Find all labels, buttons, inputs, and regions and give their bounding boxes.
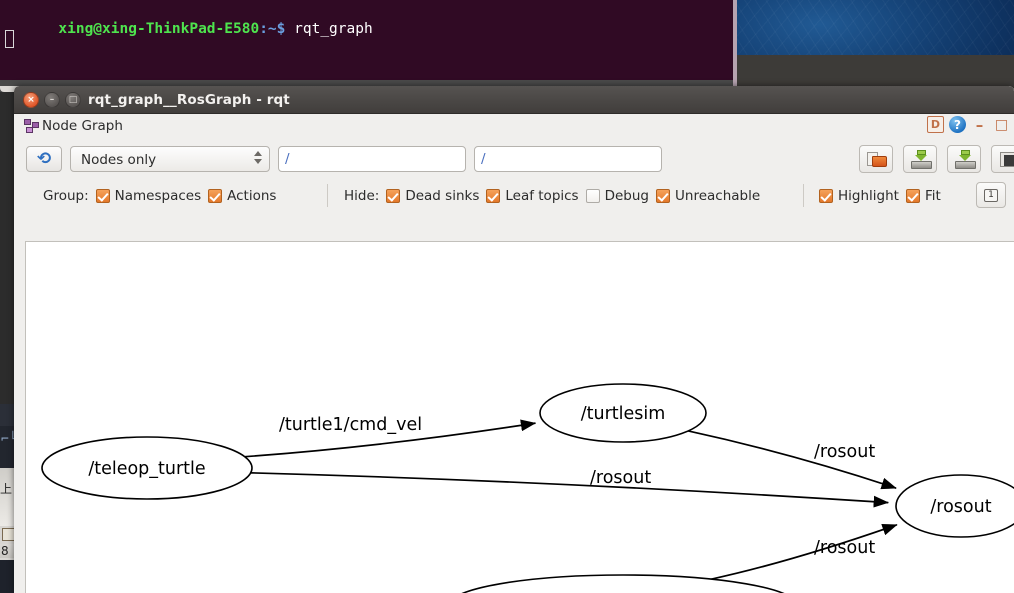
hide-label: Hide: bbox=[344, 187, 380, 204]
actions-checkbox-box[interactable] bbox=[208, 188, 223, 203]
desktop-wallpaper bbox=[736, 0, 1014, 55]
debug-checkbox-box[interactable] bbox=[585, 188, 600, 203]
graph-edges bbox=[244, 419, 898, 580]
window-close-button[interactable]: × bbox=[23, 92, 39, 108]
namespaces-label: Namespaces bbox=[114, 187, 202, 204]
node-filter-input[interactable]: / bbox=[474, 146, 662, 172]
dock-title-group: Node Graph bbox=[24, 118, 123, 134]
help-icon[interactable]: ? bbox=[949, 116, 966, 133]
checkbox-actions[interactable]: Actions bbox=[208, 188, 276, 204]
dock-title-label: Node Graph bbox=[42, 118, 123, 134]
fit-checkbox-box[interactable] bbox=[905, 188, 920, 203]
dock-header-actions: D ? – □ bbox=[927, 116, 1010, 134]
unreachable-checkbox-box[interactable] bbox=[656, 188, 671, 203]
highlight-checkbox-box[interactable] bbox=[819, 188, 833, 203]
dock-undock-icon[interactable]: – bbox=[971, 116, 988, 134]
graph-canvas[interactable]: /teleop_turtle/turtlesim/rosout/rqt_gui_… bbox=[25, 241, 1014, 593]
spinner-arrows-icon[interactable] bbox=[254, 151, 262, 164]
graph-nodes: /teleop_turtle/turtlesim/rosout/rqt_gui_… bbox=[41, 383, 1014, 593]
topic-filter-value: / bbox=[285, 151, 290, 167]
checkbox-namespaces[interactable]: Namespaces bbox=[95, 187, 202, 204]
checkbox-debug[interactable]: Debug bbox=[585, 187, 650, 204]
graph-type-value: Nodes only bbox=[81, 152, 157, 168]
bg-sliver-cjk-text: 上 bbox=[0, 482, 13, 496]
hide-filter-section: Hide: Dead sinks Leaf topics Debug Unrea… bbox=[344, 179, 760, 212]
screenshot-icon bbox=[1000, 152, 1014, 167]
view-options-section: Highlight Fit bbox=[819, 179, 941, 212]
leaf-topics-label: Leaf topics bbox=[505, 187, 579, 204]
toolbar-separator-1 bbox=[327, 184, 328, 207]
terminal-command bbox=[285, 21, 294, 37]
graph-node[interactable] bbox=[449, 574, 797, 593]
graph-type-selector[interactable]: Nodes only bbox=[70, 146, 270, 172]
group-label: Group: bbox=[43, 187, 89, 204]
leaf-topics-checkbox-box[interactable] bbox=[486, 188, 501, 203]
rqt-window: × – □ rqt_graph__RosGraph - rqt Node Gra… bbox=[14, 86, 1014, 593]
save-dot-icon bbox=[911, 150, 932, 169]
graph-toolbar: ⟳ Nodes only / / bbox=[14, 141, 1014, 179]
bg-sliver-number: 8 bbox=[1, 544, 9, 558]
group-filter-section: Group: Namespaces Actions bbox=[43, 179, 276, 212]
debug-label: Debug bbox=[604, 187, 650, 204]
checkbox-unreachable[interactable]: Unreachable bbox=[656, 188, 760, 204]
terminal-cursor bbox=[5, 30, 14, 48]
actions-label: Actions bbox=[227, 187, 277, 204]
refresh-button[interactable]: ⟳ bbox=[26, 146, 62, 172]
window-minimize-button[interactable]: – bbox=[44, 92, 60, 108]
dock-widget-header: Node Graph D ? – □ bbox=[14, 114, 1014, 141]
save-dot-button[interactable] bbox=[903, 145, 937, 173]
terminal-user-host: xing@xing-ThinkPad-E580 bbox=[58, 21, 260, 37]
load-dot-button[interactable] bbox=[859, 145, 893, 173]
namespaces-checkbox-box[interactable] bbox=[95, 188, 110, 203]
window-title: rqt_graph__RosGraph - rqt bbox=[88, 92, 290, 108]
terminal-command-text: rqt_graph bbox=[294, 21, 373, 37]
graph-node-label: /teleop_turtle bbox=[88, 459, 205, 479]
checkbox-dead-sinks[interactable]: Dead sinks bbox=[386, 188, 479, 204]
graph-node-label: /turtlesim bbox=[581, 404, 666, 424]
fit-label: Fit bbox=[924, 187, 941, 204]
graph-edge[interactable] bbox=[250, 471, 889, 508]
graph-node-label: /rosout bbox=[930, 497, 991, 517]
unreachable-label: Unreachable bbox=[675, 187, 761, 204]
desktop-screen: xing@xing-ThinkPad-E580:~$ rqt_graph ⌐└ … bbox=[0, 0, 1014, 593]
toolbar-separator-2 bbox=[803, 184, 804, 207]
dead-sinks-label: Dead sinks bbox=[405, 187, 480, 204]
graph-edge-label: /rosout bbox=[814, 442, 875, 462]
save-image-button[interactable] bbox=[991, 145, 1014, 173]
fit-in-view-button[interactable]: 1 bbox=[976, 182, 1006, 208]
graph-edge-label: /rosout bbox=[814, 538, 875, 558]
node-graph-icon bbox=[24, 119, 39, 133]
window-titlebar[interactable]: × – □ rqt_graph__RosGraph - rqt bbox=[14, 86, 1014, 114]
refresh-icon: ⟳ bbox=[36, 148, 52, 169]
terminal-window[interactable]: xing@xing-ThinkPad-E580:~$ rqt_graph bbox=[0, 0, 733, 80]
node-filter-value: / bbox=[481, 151, 486, 167]
highlight-label: Highlight bbox=[838, 187, 899, 204]
folder-open-icon bbox=[867, 152, 887, 167]
fit-in-view-icon: 1 bbox=[984, 188, 998, 202]
checkbox-highlight[interactable]: Highlight bbox=[819, 188, 899, 204]
terminal-prompt-line: xing@xing-ThinkPad-E580:~$ rqt_graph bbox=[6, 2, 373, 56]
window-maximize-button[interactable]: □ bbox=[65, 92, 81, 108]
window-buttons: × – □ bbox=[23, 92, 81, 108]
filter-toolbar: Group: Namespaces Actions Hide: Dead sin… bbox=[14, 179, 1014, 212]
dock-close-icon[interactable]: □ bbox=[993, 116, 1010, 133]
checkbox-fit[interactable]: Fit bbox=[905, 187, 941, 204]
desktop-edge-strip bbox=[733, 0, 737, 92]
save-svg-button[interactable] bbox=[947, 145, 981, 173]
topic-filter-input[interactable]: / bbox=[278, 146, 466, 172]
graph-edge-label: /turtle1/cmd_vel bbox=[279, 415, 422, 435]
dock-float-icon[interactable]: D bbox=[927, 116, 944, 133]
save-svg-icon bbox=[955, 150, 976, 169]
checkbox-leaf-topics[interactable]: Leaf topics bbox=[486, 187, 579, 204]
graph-edge-label: /rosout bbox=[590, 468, 651, 488]
dead-sinks-checkbox-box[interactable] bbox=[386, 188, 401, 203]
terminal-path: :~$ bbox=[259, 21, 286, 37]
ros-node-graph: /teleop_turtle/turtlesim/rosout/rqt_gui_… bbox=[41, 383, 1014, 593]
